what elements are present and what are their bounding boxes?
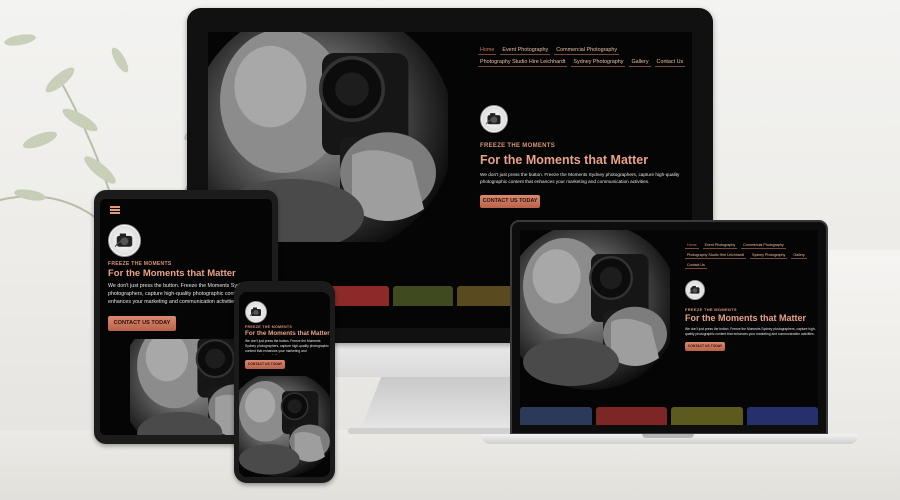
nav-home[interactable]: Home (685, 242, 699, 249)
hero-photo (520, 230, 670, 390)
hamburger-icon[interactable] (110, 206, 120, 214)
hero-body: We don't just press the button. Freeze t… (685, 327, 816, 336)
nav-commercial-photography[interactable]: Commercial Photography (554, 46, 620, 55)
hero-tagline: FREEZE THE MOMENTS (685, 307, 737, 312)
phone: FREEZE THE MOMENTS For the Moments that … (234, 281, 335, 483)
nav-contact-us[interactable]: Contact Us (685, 262, 707, 269)
laptop: Home Event Photography Commercial Photog… (510, 220, 828, 435)
hero-headline: For the Moments that Matter (685, 313, 807, 323)
thumbnail[interactable] (328, 286, 389, 306)
thumbnail[interactable] (595, 407, 667, 425)
nav-contact-us[interactable]: Contact Us (654, 58, 686, 67)
hero-body: We don't just press the button. Freeze t… (245, 339, 329, 355)
main-nav: Home Event Photography Commercial Photog… (478, 46, 692, 67)
hero-tagline: FREEZE THE MOMENTS (245, 325, 293, 329)
laptop-notch (642, 434, 694, 438)
contact-us-button[interactable]: CONTACT US TODAY (480, 195, 540, 208)
hero-headline: For the Moments that Matter (480, 153, 649, 167)
nav-event-photography[interactable]: Event Photography (702, 242, 738, 249)
camera-logo[interactable] (245, 301, 267, 323)
thumbnail[interactable] (746, 407, 818, 425)
nav-sydney-photography[interactable]: Sydney Photography (749, 252, 788, 259)
hero-headline: For the Moments that Matter (108, 268, 236, 279)
nav-gallery[interactable]: Gallery (791, 252, 807, 259)
thumbnail[interactable] (457, 286, 519, 306)
contact-us-button[interactable]: CONTACT US TODAY (108, 316, 176, 331)
laptop-screen: Home Event Photography Commercial Photog… (520, 230, 818, 425)
nav-commercial-photography[interactable]: Commercial Photography (741, 242, 786, 249)
hero-photo (239, 376, 330, 477)
hero-tagline: FREEZE THE MOMENTS (480, 143, 556, 149)
thumbnail-strip (520, 407, 818, 425)
phone-screen: FREEZE THE MOMENTS For the Moments that … (239, 292, 330, 477)
camera-logo[interactable] (108, 224, 141, 257)
nav-event-photography[interactable]: Event Photography (500, 46, 551, 55)
main-nav: Home Event Photography Commercial Photog… (685, 242, 818, 269)
nav-sydney-photography[interactable]: Sydney Photography (571, 58, 626, 67)
contact-us-button[interactable]: CONTACT US TODAY (245, 360, 285, 369)
hero-tagline: FREEZE THE MOMENTS (108, 261, 172, 267)
thumbnail-strip (328, 286, 519, 306)
hero-headline: For the Moments that Matter (245, 330, 330, 337)
thumbnail[interactable] (520, 407, 592, 425)
nav-studio-hire[interactable]: Photography Studio Hire Leichhardt (685, 252, 746, 259)
nav-studio-hire[interactable]: Photography Studio Hire Leichhardt (478, 58, 568, 67)
hero-body: We don't just press the button. Freeze t… (480, 172, 680, 184)
camera-logo[interactable] (480, 105, 508, 133)
nav-gallery[interactable]: Gallery (629, 58, 651, 67)
thumbnail[interactable] (392, 286, 454, 306)
camera-logo[interactable] (685, 280, 705, 300)
nav-home[interactable]: Home (478, 46, 497, 55)
contact-us-button[interactable]: CONTACT US TODAY (685, 342, 725, 351)
thumbnail[interactable] (671, 407, 743, 425)
